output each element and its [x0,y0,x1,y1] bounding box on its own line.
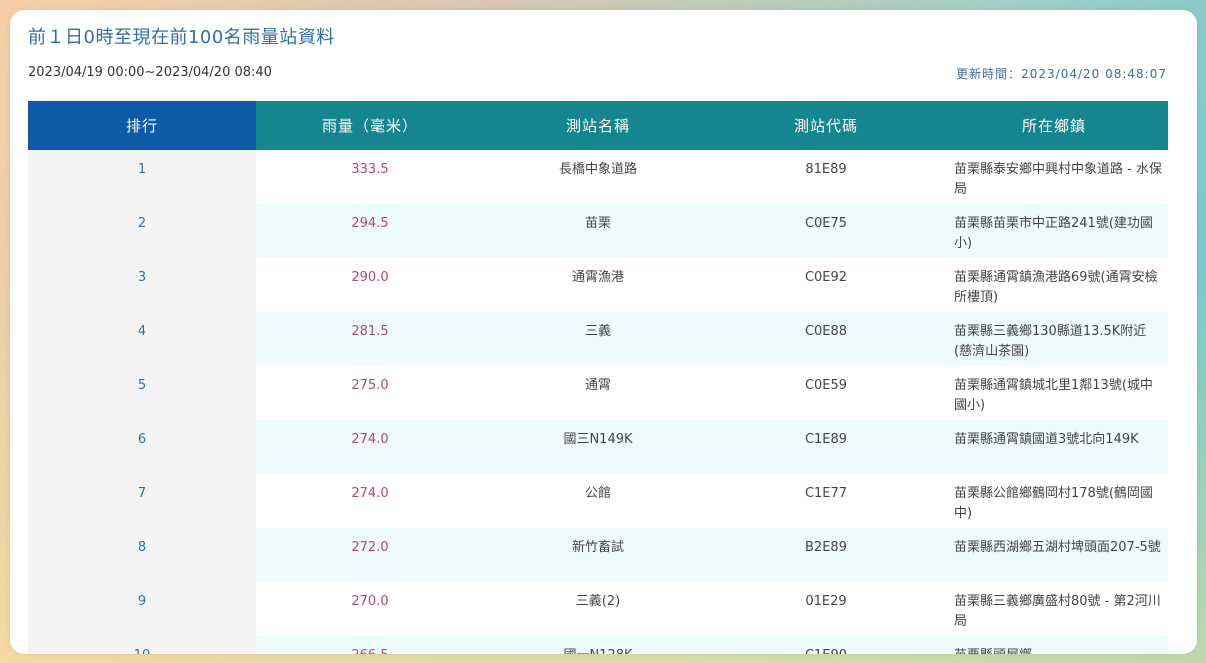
table-row: 4 281.5 三義 C0E88 苗栗縣三義鄉130縣道13.5K附近(慈濟山茶… [28,312,1168,366]
rain-ranking-table: 排行 雨量（毫米） 測站名稱 測站代碼 所在鄉鎮 1 333.5 長橋中象道路 … [28,101,1168,654]
station-code-cell: C1E90 [712,636,940,654]
station-name-cell: 公館 [484,474,712,528]
rainfall-cell: 266.5 [256,636,484,654]
rank-cell: 9 [28,582,256,636]
rainfall-cell: 274.0 [256,474,484,528]
rank-cell: 4 [28,312,256,366]
update-time: 更新時間：2023/04/20 08:48:07 [956,67,1167,81]
station-name-cell: 國三N149K [484,420,712,474]
rainfall-cell: 270.0 [256,582,484,636]
page-title: 前１日0時至現在前100名雨量站資料 [28,27,335,48]
station-name-cell: 通霄漁港 [484,258,712,312]
station-name-cell: 三義(2) [484,582,712,636]
table-row: 7 274.0 公館 C1E77 苗栗縣公館鄉鶴岡村178號(鶴岡國中) [28,474,1168,528]
station-name-cell: 長橋中象道路 [484,150,712,204]
header-rank[interactable]: 排行 [28,101,256,150]
data-period: 2023/04/19 00:00~2023/04/20 08:40 [28,65,272,80]
township-cell: 苗栗縣泰安鄉中興村中象道路 - 水保局 [940,150,1168,204]
station-code-cell: C0E88 [712,312,940,366]
header-township[interactable]: 所在鄉鎮 [940,101,1168,150]
table-row: 2 294.5 苗栗 C0E75 苗栗縣苗栗市中正路241號(建功國小) [28,204,1168,258]
rank-cell: 7 [28,474,256,528]
station-code-cell: 01E29 [712,582,940,636]
rank-cell: 5 [28,366,256,420]
header-rainfall[interactable]: 雨量（毫米） [256,101,484,150]
rainfall-cell: 275.0 [256,366,484,420]
station-code-cell: C1E77 [712,474,940,528]
station-name-cell: 國一N128K [484,636,712,654]
table-row: 5 275.0 通霄 C0E59 苗栗縣通霄鎮城北里1鄰13號(城中國小) [28,366,1168,420]
table-row: 1 333.5 長橋中象道路 81E89 苗栗縣泰安鄉中興村中象道路 - 水保局 [28,150,1168,204]
station-name-cell: 通霄 [484,366,712,420]
rainfall-cell: 274.0 [256,420,484,474]
rank-cell: 1 [28,150,256,204]
rank-cell: 2 [28,204,256,258]
station-code-cell: C0E59 [712,366,940,420]
rank-cell: 3 [28,258,256,312]
table-row: 3 290.0 通霄漁港 C0E92 苗栗縣通霄鎮漁港路69號(通霄安檢所樓頂) [28,258,1168,312]
township-cell: 苗栗縣公館鄉鶴岡村178號(鶴岡國中) [940,474,1168,528]
township-cell: 苗栗縣通霄鎮國道3號北向149K [940,420,1168,474]
township-cell: 苗栗縣三義鄉130縣道13.5K附近(慈濟山茶園) [940,312,1168,366]
table-row: 8 272.0 新竹畜試 B2E89 苗栗縣西湖鄉五湖村埤頭面207-5號 [28,528,1168,582]
table-row: 6 274.0 國三N149K C1E89 苗栗縣通霄鎮國道3號北向149K [28,420,1168,474]
township-cell: 苗栗縣通霄鎮城北里1鄰13號(城中國小) [940,366,1168,420]
table-row: 9 270.0 三義(2) 01E29 苗栗縣三義鄉廣盛村80號 - 第2河川局 [28,582,1168,636]
table-body: 1 333.5 長橋中象道路 81E89 苗栗縣泰安鄉中興村中象道路 - 水保局… [28,150,1168,654]
station-code-cell: 81E89 [712,150,940,204]
township-cell: 苗栗縣西湖鄉五湖村埤頭面207-5號 [940,528,1168,582]
township-cell: 苗栗縣通霄鎮漁港路69號(通霄安檢所樓頂) [940,258,1168,312]
rank-cell: 10 [28,636,256,654]
station-name-cell: 新竹畜試 [484,528,712,582]
header-station-code[interactable]: 測站代碼 [712,101,940,150]
rank-cell: 6 [28,420,256,474]
station-code-cell: C0E92 [712,258,940,312]
station-code-cell: C0E75 [712,204,940,258]
table-row: 10 266.5 國一N128K C1E90 苗栗縣頭屋鄉 - [28,636,1168,654]
rainfall-cell: 281.5 [256,312,484,366]
header-station-name[interactable]: 測站名稱 [484,101,712,150]
station-code-cell: B2E89 [712,528,940,582]
township-cell: 苗栗縣苗栗市中正路241號(建功國小) [940,204,1168,258]
rank-cell: 8 [28,528,256,582]
station-name-cell: 三義 [484,312,712,366]
station-name-cell: 苗栗 [484,204,712,258]
rainfall-cell: 272.0 [256,528,484,582]
township-cell: 苗栗縣三義鄉廣盛村80號 - 第2河川局 [940,582,1168,636]
township-cell: 苗栗縣頭屋鄉 - [940,636,1168,654]
rainfall-cell: 294.5 [256,204,484,258]
rain-ranking-panel: 前１日0時至現在前100名雨量站資料 2023/04/19 00:00~2023… [10,10,1197,654]
table-header-row: 排行 雨量（毫米） 測站名稱 測站代碼 所在鄉鎮 [28,101,1168,150]
rainfall-cell: 333.5 [256,150,484,204]
rainfall-cell: 290.0 [256,258,484,312]
station-code-cell: C1E89 [712,420,940,474]
